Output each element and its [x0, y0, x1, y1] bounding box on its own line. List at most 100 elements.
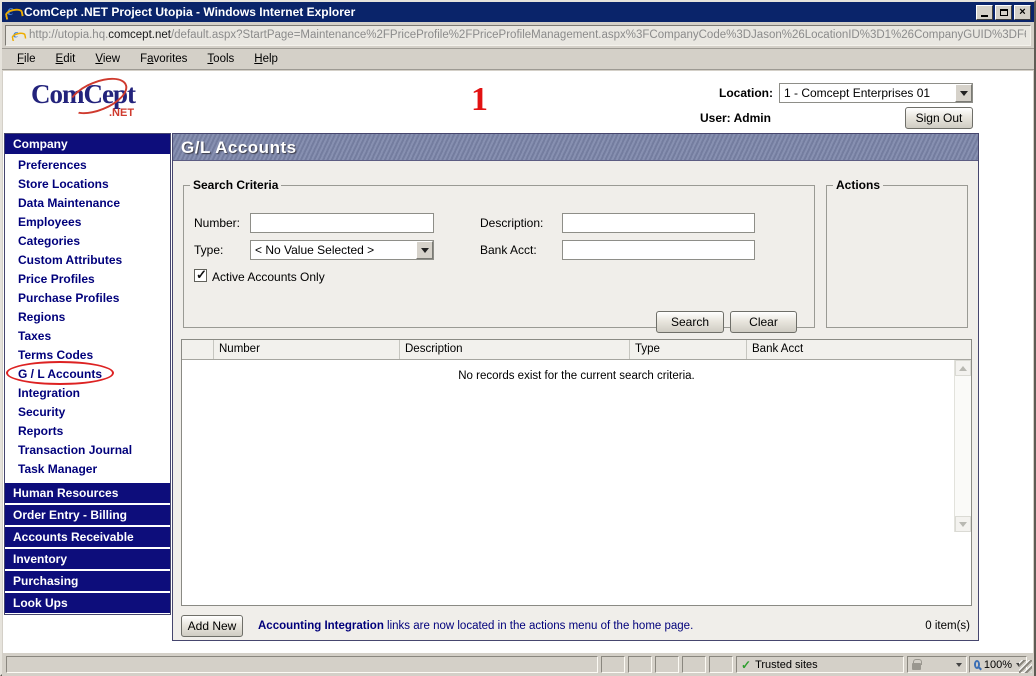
- main-panel: G/L Accounts Search Criteria Number: Des…: [172, 133, 979, 641]
- sidebar-nav: Company Preferences Store Locations Data…: [4, 133, 171, 615]
- sidebar-item-custom-attributes[interactable]: Custom Attributes: [5, 251, 170, 270]
- column-header-type[interactable]: Type: [630, 340, 747, 359]
- column-header-number[interactable]: Number: [214, 340, 400, 359]
- sidebar-item-task-manager[interactable]: Task Manager: [5, 460, 170, 479]
- description-field[interactable]: [562, 213, 755, 233]
- sidebar-item-taxes[interactable]: Taxes: [5, 327, 170, 346]
- address-bar: e http://utopia.hq.comcept.net/default.a…: [2, 22, 1034, 49]
- number-label: Number:: [194, 216, 241, 230]
- menu-edit[interactable]: Edit: [46, 50, 86, 68]
- sidebar-item-employees[interactable]: Employees: [5, 213, 170, 232]
- status-message-cell: [6, 656, 598, 673]
- scroll-up-button[interactable]: [955, 360, 971, 376]
- title-bar: e ComCept .NET Project Utopia - Windows …: [2, 2, 1034, 22]
- search-button[interactable]: Search: [656, 311, 724, 333]
- empty-results-message: No records exist for the current search …: [458, 370, 695, 382]
- sidebar-item-price-profiles[interactable]: Price Profiles: [5, 270, 170, 289]
- column-header-description[interactable]: Description: [400, 340, 630, 359]
- sidebar-item-data-maintenance[interactable]: Data Maintenance: [5, 194, 170, 213]
- location-selected-value: 1 - Comcept Enterprises 01: [784, 86, 931, 100]
- sidebar-section-inventory[interactable]: Inventory: [5, 549, 170, 569]
- sidebar-section-look-ups[interactable]: Look Ups: [5, 593, 170, 613]
- column-header-bank-acct[interactable]: Bank Acct: [747, 340, 971, 359]
- window-title: ComCept .NET Project Utopia - Windows In…: [24, 5, 356, 19]
- close-button[interactable]: ×: [1014, 4, 1031, 20]
- trusted-check-icon: ✓: [741, 657, 752, 672]
- column-header-blank: [182, 340, 214, 359]
- security-zone-cell[interactable]: ✓ Trusted sites: [736, 656, 904, 673]
- type-selected-value: < No Value Selected >: [255, 243, 375, 257]
- clear-button[interactable]: Clear: [730, 311, 797, 333]
- type-dropdown-arrow-icon[interactable]: [416, 241, 433, 259]
- comcept-logo: ComCept .NET: [31, 71, 161, 127]
- status-cell: [601, 656, 625, 673]
- sidebar-item-transaction-journal[interactable]: Transaction Journal: [5, 441, 170, 460]
- search-criteria-fieldset: Search Criteria Number: Description: Typ…: [183, 178, 815, 333]
- sidebar-section-accounts-receivable[interactable]: Accounts Receivable: [5, 527, 170, 547]
- status-cell: [655, 656, 679, 673]
- item-count: 0 item(s): [925, 620, 970, 632]
- sidebar-item-gl-accounts[interactable]: G / L Accounts: [5, 365, 170, 384]
- sidebar-item-store-locations[interactable]: Store Locations: [5, 175, 170, 194]
- logo-net-suffix: .NET: [109, 107, 135, 119]
- active-accounts-label: Active Accounts Only: [212, 270, 325, 284]
- sidebar-item-terms-codes[interactable]: Terms Codes: [5, 346, 170, 365]
- menu-view[interactable]: View: [85, 50, 130, 68]
- sidebar-item-purchase-profiles[interactable]: Purchase Profiles: [5, 289, 170, 308]
- resize-grip[interactable]: [1019, 660, 1032, 673]
- sidebar-header-company[interactable]: Company: [5, 134, 170, 154]
- actions-fieldset: Actions: [826, 178, 968, 328]
- type-select[interactable]: < No Value Selected >: [250, 240, 434, 260]
- protected-mode-cell[interactable]: [907, 656, 967, 673]
- menu-help[interactable]: Help: [244, 50, 288, 68]
- security-lock-icon: [912, 658, 922, 670]
- location-select[interactable]: 1 - Comcept Enterprises 01: [779, 83, 973, 103]
- location-label: Location:: [719, 86, 773, 100]
- trusted-sites-label: Trusted sites: [755, 658, 818, 671]
- results-footer: Add New Accounting Integration links are…: [181, 613, 970, 639]
- menu-bar: File Edit View Favorites Tools Help: [2, 49, 1034, 70]
- zoom-level: 100%: [983, 658, 1012, 671]
- results-header-row: Number Description Type Bank Acct: [182, 340, 971, 360]
- actions-legend: Actions: [836, 178, 881, 192]
- bank-acct-field[interactable]: [562, 240, 755, 260]
- sidebar-item-categories[interactable]: Categories: [5, 232, 170, 251]
- sidebar-section-purchasing[interactable]: Purchasing: [5, 571, 170, 591]
- results-scrollbar[interactable]: [954, 360, 971, 532]
- page-favicon-icon: e: [12, 27, 24, 41]
- sidebar-item-regions[interactable]: Regions: [5, 308, 170, 327]
- page-viewport: ComCept .NET 1 Location: 1 - Comcept Ent…: [3, 71, 1033, 653]
- add-new-button[interactable]: Add New: [181, 615, 243, 637]
- search-criteria-legend: Search Criteria: [193, 178, 279, 192]
- zoom-icon: [974, 660, 980, 669]
- status-cell: [682, 656, 706, 673]
- number-field[interactable]: [250, 213, 434, 233]
- url-text: http://utopia.hq.comcept.net/default.asp…: [29, 29, 1026, 41]
- menu-tools[interactable]: Tools: [197, 50, 244, 68]
- menu-file[interactable]: File: [7, 50, 46, 68]
- user-label: User: Admin: [700, 111, 771, 125]
- sidebar-item-preferences[interactable]: Preferences: [5, 156, 170, 175]
- ie-icon: e: [5, 3, 20, 20]
- url-input[interactable]: e http://utopia.hq.comcept.net/default.a…: [5, 24, 1031, 46]
- sidebar-section-human-resources[interactable]: Human Resources: [5, 483, 170, 503]
- sidebar-section-order-entry-billing[interactable]: Order Entry - Billing: [5, 505, 170, 525]
- status-bar: ✓ Trusted sites 100%: [2, 654, 1034, 676]
- location-dropdown-arrow-icon[interactable]: [955, 84, 972, 102]
- accounting-integration-note: Accounting Integration links are now loc…: [258, 620, 694, 632]
- sidebar-item-security[interactable]: Security: [5, 403, 170, 422]
- annotation-number: 1: [471, 81, 488, 118]
- menu-favorites[interactable]: Favorites: [130, 50, 197, 68]
- bank-acct-label: Bank Acct:: [480, 243, 537, 257]
- security-dropdown-arrow-icon[interactable]: [956, 662, 962, 667]
- sign-out-button[interactable]: Sign Out: [905, 107, 973, 129]
- maximize-button[interactable]: [995, 4, 1012, 20]
- status-cell: [709, 656, 733, 673]
- scroll-down-button[interactable]: [955, 516, 971, 532]
- minimize-button[interactable]: [976, 4, 993, 20]
- sidebar-item-integration[interactable]: Integration: [5, 384, 170, 403]
- description-label: Description:: [480, 216, 544, 230]
- status-cell: [628, 656, 652, 673]
- sidebar-item-reports[interactable]: Reports: [5, 422, 170, 441]
- active-accounts-checkbox[interactable]: [194, 267, 207, 283]
